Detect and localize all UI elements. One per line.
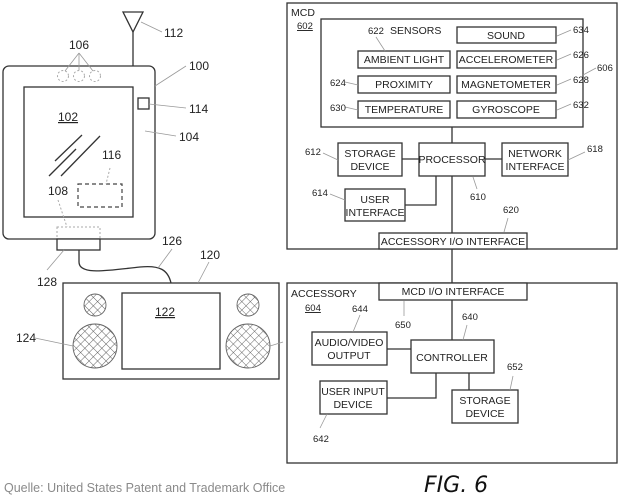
- ref-652: 652: [507, 362, 523, 373]
- mcd-network-line2: INTERFACE: [506, 161, 565, 173]
- ref-640: 640: [462, 312, 478, 323]
- ref-610: 610: [470, 192, 486, 203]
- figure-title: FIG. 6: [424, 473, 488, 498]
- accessory-block: ACCESSORY 604 MCD I/O INTERFACE 650 CONT…: [286, 282, 618, 464]
- mcd-io-label: MCD I/O INTERFACE: [402, 286, 505, 298]
- sensor-temperature-label: TEMPERATURE: [365, 104, 444, 116]
- ref-122: 122: [155, 305, 175, 319]
- ref-618: 618: [587, 144, 603, 155]
- sensor-sound-label: SOUND: [487, 30, 525, 42]
- ref-626: 626: [573, 50, 589, 61]
- user-input-line2: DEVICE: [333, 399, 372, 411]
- sensor-magnetometer-label: MAGNETOMETER: [461, 79, 551, 91]
- portable-device-drawing: 112 100 106 102 116 108 114 104 128 126 …: [2, 11, 284, 380]
- mcd-block: MCD 602 606 622 SENSORS SOUND 634 AMBIEN…: [286, 2, 618, 250]
- ref-124: 124: [16, 331, 36, 345]
- ref-622: 622: [368, 26, 384, 37]
- ref-100: 100: [189, 59, 209, 73]
- mcd-label: MCD: [291, 7, 315, 19]
- controller-label: CONTROLLER: [416, 352, 488, 364]
- sensor-proximity-label: PROXIMITY: [375, 79, 433, 91]
- ref-628: 628: [573, 75, 589, 86]
- cable: [78, 250, 172, 284]
- ref-630: 630: [330, 103, 346, 114]
- mcd-ui-line2: INTERFACE: [346, 207, 405, 219]
- ref-624: 624: [330, 78, 346, 89]
- ref-642: 642: [313, 434, 329, 445]
- ref-620: 620: [503, 205, 519, 216]
- sensor-ambient-light-label: AMBIENT LIGHT: [364, 54, 445, 66]
- av-output-line1: AUDIO/VIDEO: [315, 337, 384, 349]
- ref-114: 114: [189, 102, 208, 116]
- user-input-line1: USER INPUT: [321, 386, 385, 398]
- ref-102: 102: [58, 110, 78, 124]
- mcd-processor-label: PROCESSOR: [418, 154, 486, 166]
- ref-112: 112: [164, 26, 183, 40]
- accessory-io-label: ACCESSORY I/O INTERFACE: [381, 236, 525, 248]
- ref-612: 612: [305, 147, 321, 158]
- mcd-network-line1: NETWORK: [508, 148, 562, 160]
- mcd-storage-line2: DEVICE: [350, 161, 389, 173]
- sensor-gyroscope-label: GYROSCOPE: [472, 104, 540, 116]
- ref-634: 634: [573, 25, 589, 36]
- ref-128: 128: [37, 275, 57, 289]
- ref-614: 614: [312, 188, 328, 199]
- ref-650: 650: [395, 320, 411, 331]
- accessory-storage-line1: STORAGE: [459, 395, 510, 407]
- accessory-label: ACCESSORY: [291, 288, 357, 300]
- ref-104: 104: [179, 130, 199, 144]
- plug: [56, 238, 101, 251]
- sensors-label: SENSORS: [390, 25, 441, 37]
- ref-116: 116: [102, 148, 121, 162]
- sensor-accelerometer-label: ACCELEROMETER: [459, 54, 554, 66]
- mcd-storage-line1: STORAGE: [344, 148, 395, 160]
- mcd-ref: 602: [297, 21, 313, 32]
- mcd-ui-line1: USER: [360, 194, 390, 206]
- accessory-ref: 604: [305, 303, 321, 314]
- ref-126: 126: [162, 234, 182, 248]
- ref-120: 120: [200, 248, 220, 262]
- accessory-storage-line2: DEVICE: [465, 408, 504, 420]
- ref-644: 644: [352, 304, 368, 315]
- av-output-line2: OUTPUT: [327, 350, 371, 362]
- ref-106: 106: [69, 38, 89, 52]
- source-caption: Quelle: United States Patent and Tradema…: [4, 481, 285, 495]
- ref-632: 632: [573, 100, 589, 111]
- ref-606: 606: [597, 63, 613, 74]
- ref-108: 108: [48, 184, 68, 198]
- patent-figure: 112 100 106 102 116 108 114 104 128 126 …: [2, 2, 618, 498]
- antenna-icon: [121, 11, 145, 66]
